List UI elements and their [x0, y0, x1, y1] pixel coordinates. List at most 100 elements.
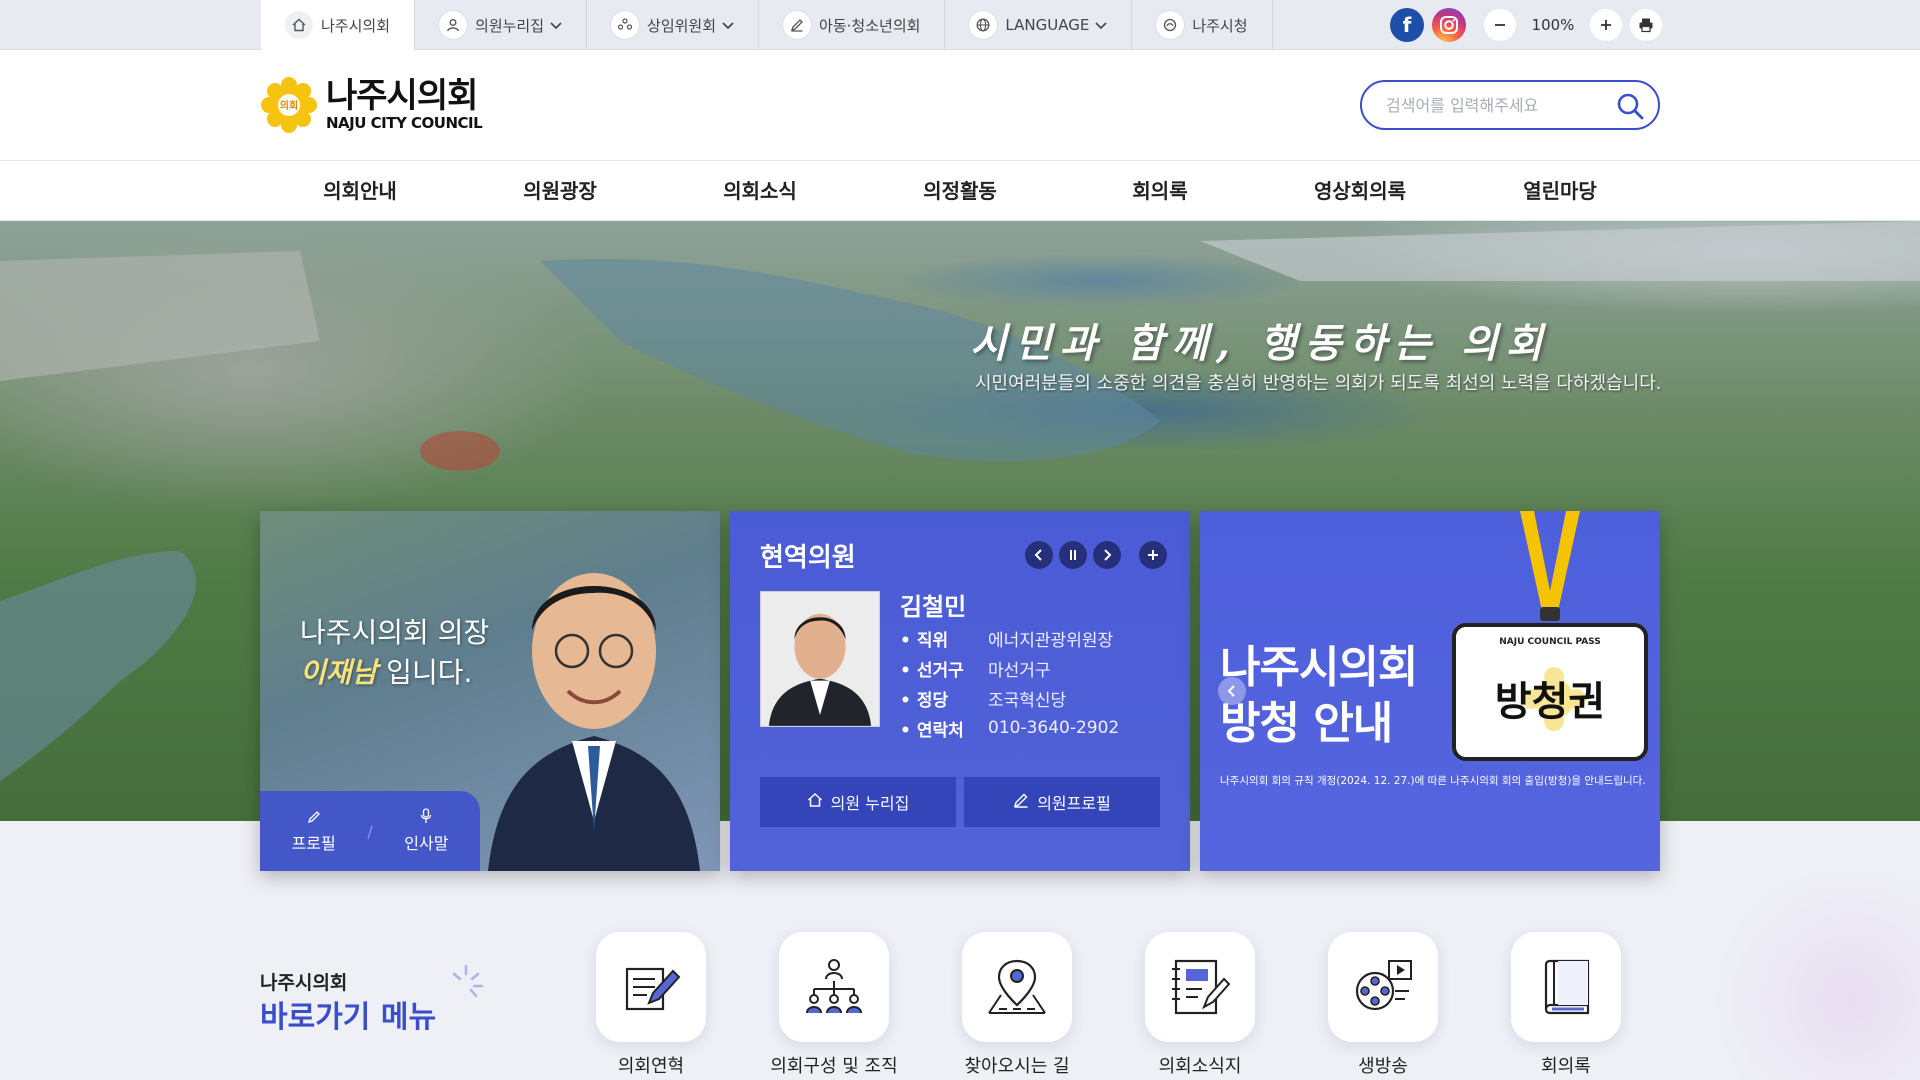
tab-language[interactable]: LANGUAGE: [945, 0, 1133, 50]
member-profile-button[interactable]: 의원프로필: [964, 777, 1160, 827]
search-icon[interactable]: [1616, 92, 1644, 120]
tab-member-homepage[interactable]: 의원누리집: [415, 0, 588, 50]
nav-council-activities[interactable]: 의정활동: [860, 161, 1060, 221]
site-header: 의회 나주시의회 NAJU CITY COUNCIL: [0, 50, 1920, 160]
member-info-row: 연락처010-3640-2902: [900, 713, 1180, 743]
zoom-level: 100%: [1531, 16, 1575, 34]
chevron-left-icon: [1227, 685, 1235, 697]
family-site-tabs: 나주시의회 의원누리집 상임위원회 아동·청소년의회 LANGUAGE 나주시청: [261, 0, 1273, 51]
quick-menu-list: 의회연혁 의회구성 및 조직 찾아오시는 길 의회소식지 생방송 회의록: [596, 932, 1621, 1078]
chair-title: 나주시의회 의장: [300, 616, 490, 649]
topbar-tools: f 100%: [1390, 8, 1662, 42]
minutes-book-icon: [1511, 932, 1621, 1042]
chair-greeting-button[interactable]: 인사말: [373, 808, 480, 854]
nav-open-forum[interactable]: 열린마당: [1460, 161, 1660, 221]
member-photo: [760, 591, 880, 727]
member-buttons: 의원 누리집 의원프로필: [760, 777, 1160, 827]
site-logo[interactable]: 의회 나주시의회 NAJU CITY COUNCIL: [260, 76, 483, 134]
globe-icon: [969, 11, 998, 39]
cityhall-icon: [1156, 11, 1185, 39]
pencil-icon: [1013, 792, 1029, 812]
chair-intro-suffix: 입니다.: [377, 656, 473, 689]
quick-item-label: 생방송: [1358, 1056, 1408, 1077]
member-homepage-button[interactable]: 의원 누리집: [760, 777, 956, 827]
quick-item-minutes[interactable]: 회의록: [1511, 932, 1621, 1078]
nav-video-minutes[interactable]: 영상회의록: [1260, 161, 1460, 221]
top-utility-bar: 나주시의회 의원누리집 상임위원회 아동·청소년의회 LANGUAGE 나주시청…: [0, 0, 1920, 51]
council-emblem-icon: 의회: [261, 77, 317, 133]
quick-item-live[interactable]: 생방송: [1328, 932, 1438, 1078]
info-value: 010-3640-2902: [988, 718, 1120, 738]
chevron-down-icon: [550, 16, 562, 34]
zoom-in-button[interactable]: [1590, 9, 1622, 41]
history-icon: [596, 932, 706, 1042]
main-navigation: 의회안내 의원광장 의회소식 의정활동 회의록 영상회의록 열린마당: [0, 160, 1920, 221]
member-info-row: 선거구마선거구: [900, 653, 1180, 683]
search-input[interactable]: [1386, 94, 1606, 116]
tab-label: 나주시청: [1192, 16, 1248, 35]
logo-text: 나주시의회 NAJU CITY COUNCIL: [326, 76, 483, 132]
pencil-icon: [260, 809, 367, 828]
live-broadcast-icon: [1328, 932, 1438, 1042]
info-key: 선거구: [900, 656, 988, 681]
quick-item-label: 찾아오시는 길: [964, 1056, 1070, 1077]
tab-naju-council[interactable]: 나주시의회: [261, 0, 416, 51]
tab-youth-council[interactable]: 아동·청소년의회: [759, 0, 946, 50]
chair-profile-label: 프로필: [291, 833, 336, 853]
quick-item-label: 의회연혁: [617, 1056, 685, 1077]
quick-menu-label-big: 바로가기 메뉴: [260, 1000, 437, 1035]
plus-icon: [1148, 550, 1158, 560]
visitor-pass-card[interactable]: NAJU COUNCIL PASS 방청권 나주시의회 방청 안내 나주시의회 …: [1200, 511, 1660, 871]
banner-prev-button[interactable]: [1218, 677, 1246, 705]
logo-korean-name: 나주시의회: [326, 76, 478, 116]
more-button[interactable]: [1139, 541, 1167, 569]
tab-label: 아동·청소년의회: [819, 16, 921, 35]
quick-item-history[interactable]: 의회연혁: [596, 932, 706, 1078]
quick-item-label: 의회소식지: [1158, 1056, 1242, 1077]
chair-buttons: 프로필 / 인사말: [260, 791, 480, 871]
prev-button[interactable]: [1025, 541, 1053, 569]
member-info: 직위에너지관광위원장 선거구마선거구 정당조국혁신당 연락처010-3640-2…: [900, 623, 1180, 743]
chevron-left-icon: [1034, 549, 1042, 561]
location-pin-icon: [962, 932, 1072, 1042]
zoom-out-button[interactable]: [1484, 9, 1516, 41]
lanyard-icon: [1520, 511, 1580, 621]
print-button[interactable]: [1630, 9, 1662, 41]
tab-label: LANGUAGE: [1005, 16, 1090, 34]
next-button[interactable]: [1093, 541, 1121, 569]
search-box: [1360, 80, 1660, 130]
sparkle-icon: [452, 964, 484, 998]
home-icon: [807, 792, 823, 812]
pass-title-line2: 방청 안내: [1220, 698, 1393, 749]
nav-council-guide[interactable]: 의회안내: [260, 161, 460, 221]
tab-standing-committee[interactable]: 상임위원회: [587, 0, 760, 50]
tab-naju-cityhall[interactable]: 나주시청: [1132, 0, 1273, 50]
banner-next-button[interactable]: [1614, 677, 1642, 705]
pause-icon: [1070, 550, 1076, 560]
nav-council-news[interactable]: 의회소식: [660, 161, 860, 221]
logo-english-name: NAJU CITY COUNCIL: [326, 114, 483, 132]
newsletter-icon: [1145, 932, 1255, 1042]
pause-button[interactable]: [1059, 541, 1087, 569]
quick-item-newsletter[interactable]: 의회소식지: [1145, 932, 1255, 1078]
group-icon: [611, 11, 640, 39]
quick-item-organization[interactable]: 의회구성 및 조직: [770, 932, 898, 1078]
hero-title: 시민과 함께, 행동하는 의회: [970, 320, 1551, 367]
info-key: 연락처: [900, 716, 988, 741]
chair-profile-button[interactable]: 프로필: [260, 809, 367, 854]
nav-member-plaza[interactable]: 의원광장: [460, 161, 660, 221]
person-icon: [439, 11, 468, 39]
microphone-icon: [373, 808, 480, 828]
pass-badge-header: NAJU COUNCIL PASS: [1499, 637, 1601, 647]
svg-text:의회: 의회: [280, 99, 298, 112]
quick-item-directions[interactable]: 찾아오시는 길: [962, 932, 1072, 1078]
info-key: 정당: [900, 686, 988, 711]
chevron-right-icon: [1104, 549, 1112, 561]
pass-note: 나주시의회 회의 규칙 개정(2024. 12. 27.)에 따른 나주시의회 …: [1220, 775, 1646, 787]
member-info-row: 직위에너지관광위원장: [900, 623, 1180, 653]
chairperson-photo: [488, 573, 700, 871]
nav-minutes[interactable]: 회의록: [1060, 161, 1260, 221]
organization-icon: [779, 932, 889, 1042]
instagram-icon[interactable]: [1432, 8, 1466, 42]
facebook-icon[interactable]: f: [1390, 8, 1424, 42]
